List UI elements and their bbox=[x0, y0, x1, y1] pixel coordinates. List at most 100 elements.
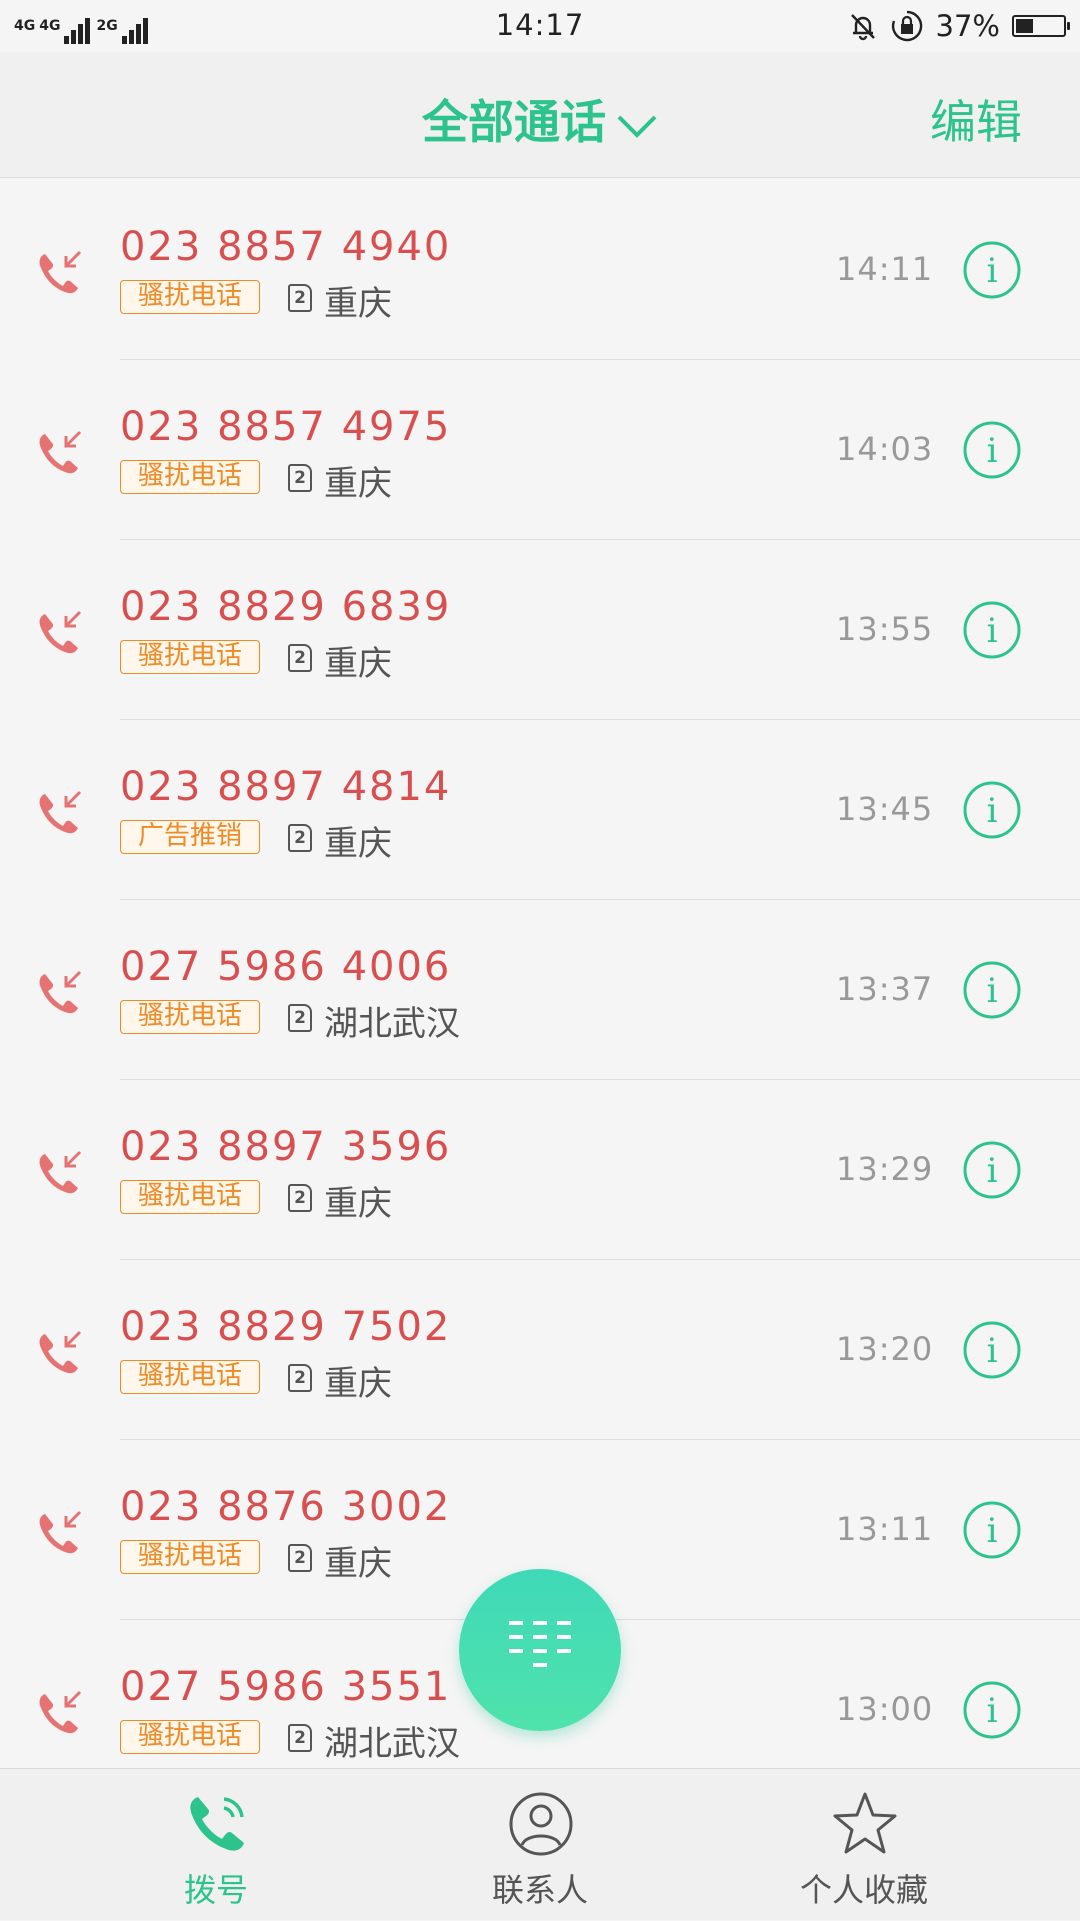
battery-icon bbox=[1012, 15, 1070, 37]
star-icon bbox=[833, 1792, 897, 1854]
call-info-button[interactable]: i bbox=[962, 1680, 1022, 1740]
call-info-button[interactable]: i bbox=[962, 420, 1022, 480]
call-tag-badge: 骚扰电话 bbox=[120, 1360, 260, 1394]
call-location: 重庆 bbox=[324, 644, 392, 684]
battery-percent: 37% bbox=[935, 9, 1000, 43]
call-time: 14:11 bbox=[836, 250, 934, 288]
sim-card-icon: 2 bbox=[288, 464, 312, 492]
nav-dial[interactable]: 拨号 bbox=[116, 1769, 316, 1921]
svg-text:i: i bbox=[987, 611, 998, 651]
call-info-button[interactable]: i bbox=[962, 1140, 1022, 1200]
missed-call-icon bbox=[36, 248, 84, 296]
call-tag-badge: 广告推销 bbox=[120, 820, 260, 854]
call-row[interactable]: 023 8897 4814 广告推销 2 重庆 13:45 i bbox=[0, 720, 1080, 900]
call-row[interactable]: 023 8829 7502 骚扰电话 2 重庆 13:20 i bbox=[0, 1260, 1080, 1440]
call-time: 13:45 bbox=[836, 790, 934, 828]
call-tag-badge: 骚扰电话 bbox=[120, 1000, 260, 1034]
call-number: 023 8876 3002 bbox=[120, 1484, 452, 1530]
svg-text:i: i bbox=[987, 791, 998, 831]
call-info-button[interactable]: i bbox=[962, 1500, 1022, 1560]
nav-dial-label: 拨号 bbox=[183, 1871, 248, 1909]
call-location: 重庆 bbox=[324, 1184, 392, 1224]
missed-call-icon bbox=[36, 1508, 84, 1556]
sim-card-icon: 2 bbox=[288, 824, 312, 852]
call-number: 027 5986 4006 bbox=[120, 944, 452, 990]
call-number: 023 8829 7502 bbox=[120, 1304, 452, 1350]
dialpad-button[interactable] bbox=[459, 1569, 621, 1731]
call-filter-dropdown[interactable]: 全部通话 bbox=[0, 86, 1080, 152]
sim-card-icon: 2 bbox=[288, 1004, 312, 1032]
call-tag-badge: 骚扰电话 bbox=[120, 1180, 260, 1214]
contact-icon bbox=[509, 1792, 573, 1856]
svg-text:i: i bbox=[987, 1511, 998, 1551]
sim-card-icon: 2 bbox=[288, 644, 312, 672]
call-row[interactable]: 023 8857 4940 骚扰电话 2 重庆 14:11 i bbox=[0, 180, 1080, 360]
nav-contacts[interactable]: 联系人 bbox=[440, 1769, 640, 1921]
call-location: 湖北武汉 bbox=[324, 1724, 460, 1764]
mute-bell-icon bbox=[850, 14, 875, 41]
missed-call-icon bbox=[36, 1688, 84, 1736]
svg-text:i: i bbox=[987, 431, 998, 471]
call-tag-badge: 骚扰电话 bbox=[120, 1540, 260, 1574]
bottom-navigation: 拨号 联系人 个人收藏 bbox=[0, 1768, 1080, 1920]
call-tag-badge: 骚扰电话 bbox=[120, 460, 260, 494]
call-log-list[interactable]: 023 8857 4940 骚扰电话 2 重庆 14:11 i 023 8857 4975 骚… bbox=[0, 180, 1080, 1768]
svg-text:i: i bbox=[987, 971, 998, 1011]
call-time: 13:11 bbox=[836, 1510, 934, 1548]
call-row[interactable]: 023 8829 6839 骚扰电话 2 重庆 13:55 i bbox=[0, 540, 1080, 720]
status-bar: 4G 4G 2G 14:17 37% bbox=[0, 0, 1080, 52]
call-location: 重庆 bbox=[324, 1544, 392, 1584]
sim-card-icon: 2 bbox=[288, 284, 312, 312]
missed-call-icon bbox=[36, 608, 84, 656]
status-icons: 37% bbox=[848, 8, 1070, 44]
edit-button[interactable]: 编辑 bbox=[930, 86, 1022, 152]
sim-card-icon: 2 bbox=[288, 1184, 312, 1212]
nav-contacts-label: 联系人 bbox=[491, 1871, 588, 1909]
phone-icon bbox=[190, 1797, 244, 1851]
call-time: 13:20 bbox=[836, 1330, 934, 1368]
app-header: 全部通话 编辑 bbox=[0, 52, 1080, 178]
call-tag-badge: 骚扰电话 bbox=[120, 280, 260, 314]
svg-text:i: i bbox=[987, 1331, 998, 1371]
svg-text:i: i bbox=[987, 1151, 998, 1191]
call-info-button[interactable]: i bbox=[962, 960, 1022, 1020]
call-info-button[interactable]: i bbox=[962, 240, 1022, 300]
call-row[interactable]: 023 8897 3596 骚扰电话 2 重庆 13:29 i bbox=[0, 1080, 1080, 1260]
dialpad-icon bbox=[509, 1621, 571, 1667]
call-row[interactable]: 023 8857 4975 骚扰电话 2 重庆 14:03 i bbox=[0, 360, 1080, 540]
call-number: 023 8829 6839 bbox=[120, 584, 452, 630]
sim-card-icon: 2 bbox=[288, 1544, 312, 1572]
call-tag-badge: 骚扰电话 bbox=[120, 640, 260, 674]
missed-call-icon bbox=[36, 428, 84, 476]
call-location: 重庆 bbox=[324, 824, 392, 864]
call-location: 重庆 bbox=[324, 284, 392, 324]
rotation-lock-icon bbox=[891, 10, 922, 42]
missed-call-icon bbox=[36, 788, 84, 836]
call-location: 湖北武汉 bbox=[324, 1004, 460, 1044]
nav-favorites-label: 个人收藏 bbox=[799, 1871, 928, 1909]
sim-card-icon: 2 bbox=[288, 1364, 312, 1392]
call-time: 13:00 bbox=[836, 1690, 934, 1728]
call-number: 023 8857 4975 bbox=[120, 404, 452, 450]
call-time: 13:29 bbox=[836, 1150, 934, 1188]
call-info-button[interactable]: i bbox=[962, 1320, 1022, 1380]
call-number: 023 8897 4814 bbox=[120, 764, 452, 810]
call-location: 重庆 bbox=[324, 1364, 392, 1404]
page-title: 全部通话 bbox=[422, 95, 606, 149]
missed-call-icon bbox=[36, 1328, 84, 1376]
call-number: 023 8897 3596 bbox=[120, 1124, 452, 1170]
call-number: 027 5986 3551 bbox=[120, 1664, 452, 1710]
call-info-button[interactable]: i bbox=[962, 780, 1022, 840]
call-info-button[interactable]: i bbox=[962, 600, 1022, 660]
sim-card-icon: 2 bbox=[288, 1724, 312, 1752]
call-time: 13:37 bbox=[836, 970, 934, 1008]
missed-call-icon bbox=[36, 968, 84, 1016]
call-time: 13:55 bbox=[836, 610, 934, 648]
call-time: 14:03 bbox=[836, 430, 934, 468]
call-number: 023 8857 4940 bbox=[120, 224, 452, 270]
missed-call-icon bbox=[36, 1148, 84, 1196]
call-row[interactable]: 027 5986 4006 骚扰电话 2 湖北武汉 13:37 i bbox=[0, 900, 1080, 1080]
nav-favorites[interactable]: 个人收藏 bbox=[764, 1769, 964, 1921]
call-location: 重庆 bbox=[324, 464, 392, 504]
svg-text:i: i bbox=[987, 1691, 998, 1731]
